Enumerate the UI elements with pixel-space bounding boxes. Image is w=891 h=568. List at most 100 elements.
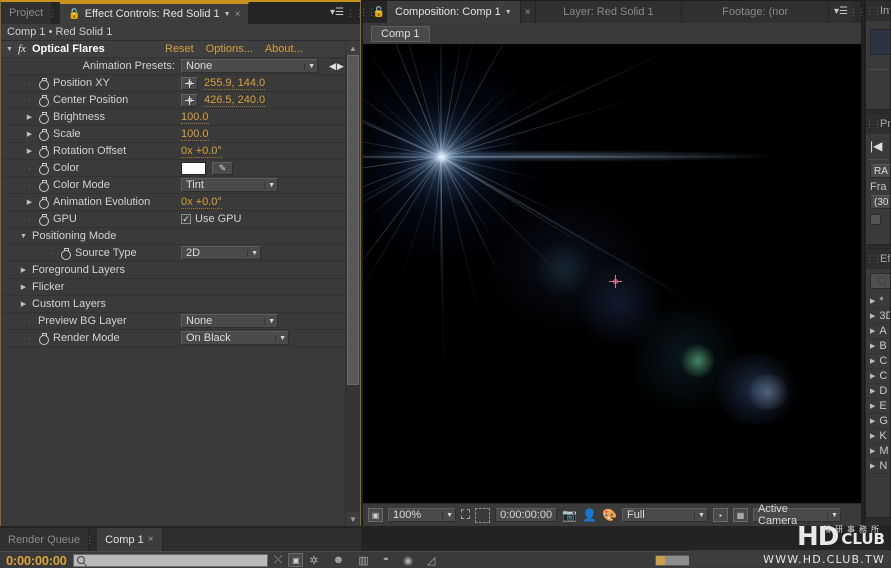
about-button[interactable]: About... — [265, 43, 303, 55]
row-source-type[interactable]: · Source Type 2D ▼ — [1, 245, 345, 262]
composition-close[interactable]: × — [520, 1, 536, 23]
close-icon[interactable]: × — [148, 534, 154, 545]
effect-header-row[interactable]: ▼ fx Optical Flares Reset Options... Abo… — [1, 41, 345, 58]
twirl-closed-icon[interactable]: ▶ — [19, 266, 28, 274]
preview-panel-header[interactable]: Pre — [866, 114, 890, 134]
row-center-position[interactable]: · Center Position 426.5, 240.0 — [1, 92, 345, 109]
stopwatch-icon[interactable] — [38, 145, 49, 158]
close-icon[interactable]: × — [235, 9, 241, 20]
tab-project[interactable]: Project — [1, 2, 53, 24]
brightness-value[interactable]: 100.0 — [181, 111, 209, 124]
list-item[interactable]: ▶ D — [866, 384, 890, 399]
center-position-value[interactable]: 426.5, 240.0 — [204, 94, 266, 107]
tab-render-queue[interactable]: Render Queue — [0, 528, 90, 551]
timeline-handle-right[interactable] — [870, 556, 879, 565]
tab-effect-controls[interactable]: 🔓 Effect Controls: Red Solid 1 ▼ × — [60, 2, 250, 24]
preview-bg-layer-dropdown[interactable]: None ▼ — [181, 314, 278, 328]
timeline-zoom-bar[interactable] — [655, 555, 880, 566]
preset-prev-icon[interactable]: ◀ — [329, 61, 336, 72]
timeline-search-input[interactable] — [72, 553, 268, 567]
brainstorm-icon[interactable]: ☻ — [333, 554, 345, 566]
toggle-view-icon[interactable]: ▪ — [712, 508, 728, 522]
twirl-open-icon[interactable]: ▼ — [19, 233, 28, 240]
stopwatch-icon[interactable] — [38, 332, 49, 345]
first-frame-icon[interactable]: |◀ — [866, 134, 890, 153]
stopwatch-icon[interactable] — [38, 128, 49, 141]
stopwatch-icon[interactable] — [38, 111, 49, 124]
list-item[interactable]: ▶ K — [866, 429, 890, 444]
center-position-picker-icon[interactable] — [181, 93, 198, 107]
animation-presets-dropdown[interactable]: None ▼ — [181, 59, 318, 73]
options-button[interactable]: Options... — [206, 43, 253, 55]
region-of-interest-icon[interactable]: ⛶ — [461, 507, 470, 523]
chevron-down-icon[interactable]: ▼ — [224, 11, 231, 18]
comp-chip[interactable]: Comp 1 — [371, 25, 430, 42]
ram-preview-button[interactable]: RA — [870, 164, 890, 178]
twirl-closed-icon[interactable]: ▶ — [870, 432, 875, 440]
list-item[interactable]: ▶ E — [866, 399, 890, 414]
effects-search-input[interactable] — [870, 273, 890, 289]
row-animation-presets[interactable]: Animation Presets: None ▼ ◀ ▶ — [1, 58, 345, 75]
twirl-open-icon[interactable]: ▼ — [5, 46, 14, 53]
close-icon[interactable]: × — [525, 7, 531, 18]
stopwatch-icon[interactable] — [38, 213, 49, 226]
twirl-closed-icon[interactable]: ▶ — [19, 283, 28, 291]
chevron-down-icon[interactable]: ▼ — [505, 9, 512, 16]
current-time-display[interactable]: 0:00:00:00 — [6, 553, 67, 568]
twirl-closed-icon[interactable]: ▶ — [25, 113, 34, 121]
list-item[interactable]: ▶ 3D — [866, 309, 890, 324]
twirl-closed-icon[interactable]: ▶ — [870, 357, 875, 365]
list-item[interactable]: ▶ G — [866, 414, 890, 429]
reset-button[interactable]: Reset — [165, 43, 194, 55]
frame-blend-icon[interactable]: ▣ — [288, 553, 304, 567]
position-picker-icon[interactable] — [181, 76, 198, 90]
eyedropper-icon[interactable]: ✎ — [212, 161, 233, 175]
twirl-closed-icon[interactable]: ▶ — [870, 297, 875, 305]
twirl-closed-icon[interactable]: ▶ — [870, 372, 875, 380]
row-positioning-mode[interactable]: ▼ Positioning Mode — [1, 228, 345, 245]
list-item[interactable]: ▶ C — [866, 369, 890, 384]
row-position-xy[interactable]: · Position XY 255.9, 144.0 — [1, 75, 345, 92]
color-swatch[interactable] — [181, 161, 206, 175]
toggle-mask-icon[interactable] — [475, 507, 491, 523]
stopwatch-icon[interactable] — [60, 247, 71, 260]
list-item[interactable]: ▶ C — [866, 354, 890, 369]
animation-evolution-value[interactable]: 0x +0.0° — [181, 196, 222, 209]
stopwatch-icon[interactable] — [38, 77, 49, 90]
tab-composition[interactable]: Composition: Comp 1 ▼ — [387, 1, 521, 23]
tab-comp-1[interactable]: Comp 1 × — [97, 528, 163, 551]
scale-value[interactable]: 100.0 — [181, 128, 209, 141]
always-preview-icon[interactable]: ▣ — [368, 508, 383, 522]
twirl-closed-icon[interactable]: ▶ — [19, 300, 28, 308]
row-foreground-layers[interactable]: ▶ Foreground Layers — [1, 262, 345, 279]
composition-edge-grip[interactable] — [853, 1, 861, 23]
row-scale[interactable]: ▶ Scale 100.0 — [1, 126, 345, 143]
effects-panel-header[interactable]: Eff — [866, 249, 890, 269]
timeline-handle-left[interactable] — [656, 556, 665, 565]
frame-rate-field[interactable]: (30 — [870, 195, 890, 209]
snapshot-icon[interactable]: ◓ — [383, 554, 390, 566]
timeline-tab-grip[interactable] — [89, 528, 97, 551]
tab-footage[interactable]: Footage: (nor — [682, 1, 829, 23]
graph-editor-icon[interactable]: ▥ — [358, 554, 368, 567]
row-brightness[interactable]: ▶ Brightness 100.0 — [1, 109, 345, 126]
stopwatch-icon[interactable] — [38, 162, 49, 175]
row-render-mode[interactable]: · Render Mode On Black ▼ — [1, 330, 345, 347]
row-color-mode[interactable]: · Color Mode Tint ▼ — [1, 177, 345, 194]
effect-controls-scrollbar[interactable]: ▲ ▼ — [345, 41, 360, 526]
preview-checkbox[interactable] — [870, 214, 881, 225]
preset-nav[interactable]: ◀ ▶ — [329, 61, 344, 72]
list-item[interactable]: ▶ N — [866, 459, 890, 474]
list-item[interactable]: ▶ * — [866, 294, 890, 309]
info-grip[interactable] — [869, 8, 877, 14]
stopwatch-icon[interactable] — [38, 196, 49, 209]
magnification-dropdown[interactable]: 100% ▼ — [388, 508, 456, 522]
row-gpu[interactable]: · GPU ✓ Use GPU — [1, 211, 345, 228]
stopwatch-icon[interactable] — [38, 94, 49, 107]
panel-grip[interactable] — [52, 2, 60, 24]
twirl-closed-icon[interactable]: ▶ — [25, 130, 34, 138]
twirl-closed-icon[interactable]: ▶ — [25, 198, 34, 206]
scroll-up-icon[interactable]: ▲ — [346, 41, 360, 55]
twirl-closed-icon[interactable]: ▶ — [870, 327, 875, 335]
motion-blur-icon[interactable]: ✲ — [309, 554, 318, 567]
